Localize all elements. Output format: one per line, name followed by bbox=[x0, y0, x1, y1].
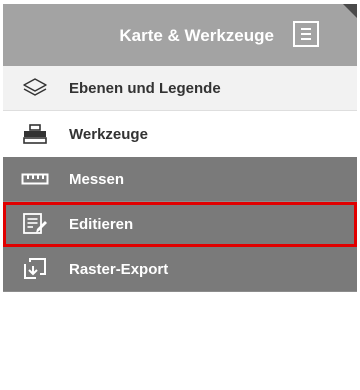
edit-document-icon bbox=[21, 212, 49, 236]
menu-item-label: Werkzeuge bbox=[69, 125, 148, 143]
menu-icon-bar bbox=[301, 38, 311, 40]
toolbox-icon bbox=[21, 122, 49, 146]
menu-item-label: Raster-Export bbox=[69, 260, 169, 278]
menu-item-label: Editieren bbox=[69, 215, 134, 233]
panel-header: Karte & Werkzeuge bbox=[3, 4, 357, 66]
hamburger-menu-icon[interactable] bbox=[293, 21, 319, 47]
corner-fold-icon bbox=[343, 4, 357, 18]
panel-title: Karte & Werkzeuge bbox=[119, 26, 274, 45]
menu-item-label: Ebenen und Legende bbox=[69, 79, 221, 97]
menu-item-raster-export[interactable]: Raster-Export bbox=[3, 247, 357, 292]
menu-item-tools[interactable]: Werkzeuge bbox=[3, 111, 357, 157]
menu-item-measure[interactable]: Messen bbox=[3, 157, 357, 202]
menu-item-edit[interactable]: Editieren bbox=[3, 202, 357, 247]
map-tools-panel: Karte & Werkzeuge Ebenen und Legende Wer… bbox=[3, 4, 357, 292]
menu-icon-bar bbox=[301, 33, 311, 35]
menu-item-layers-legend[interactable]: Ebenen und Legende bbox=[3, 66, 357, 111]
menu-item-label: Messen bbox=[69, 170, 125, 188]
layers-icon bbox=[21, 76, 49, 100]
raster-export-icon bbox=[21, 257, 49, 281]
ruler-icon bbox=[21, 167, 49, 191]
menu-icon-bar bbox=[301, 28, 311, 30]
